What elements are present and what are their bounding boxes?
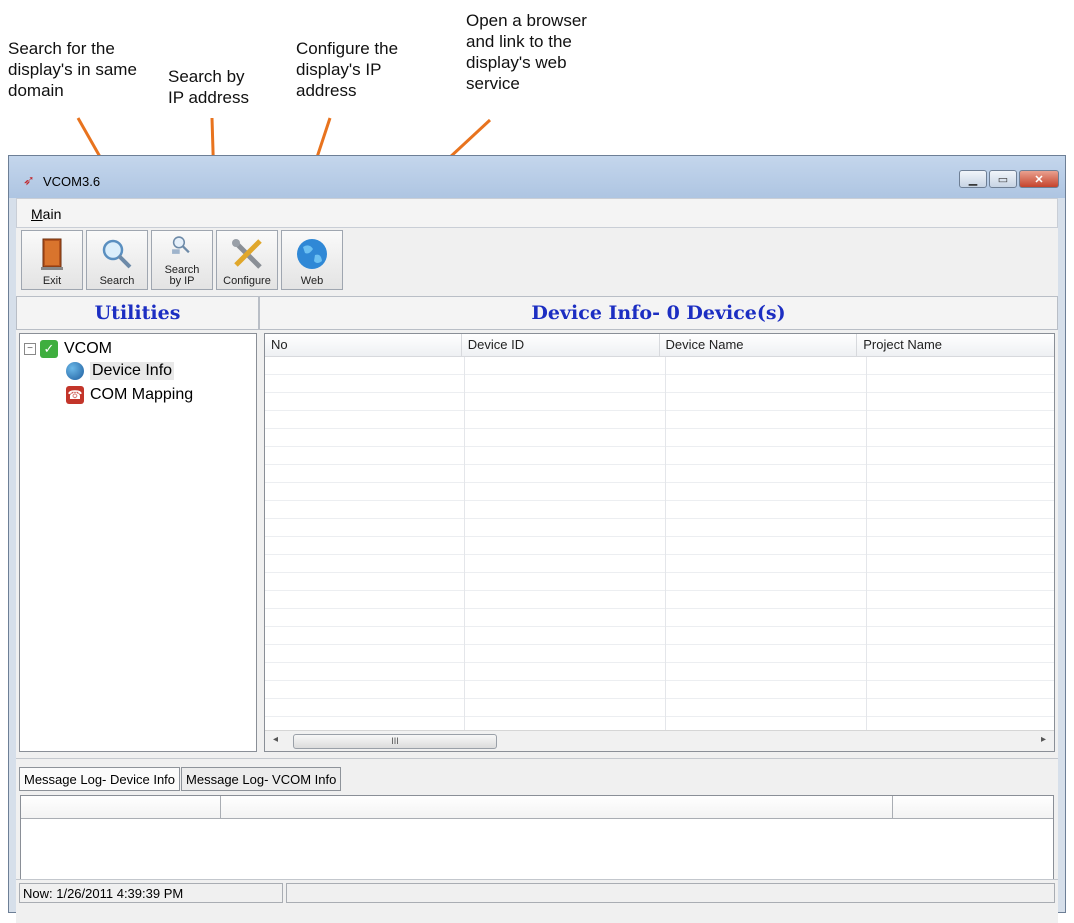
- tree-item-device-info-label: Device Info: [90, 362, 175, 380]
- search-by-ip-button[interactable]: Search by IP: [151, 230, 213, 290]
- web-label: Web: [300, 275, 324, 287]
- window-title: VCOM3.6: [43, 174, 101, 189]
- column-header-device-id[interactable]: Device ID: [462, 334, 660, 356]
- search-button[interactable]: Search: [86, 230, 148, 290]
- scroll-right-icon[interactable]: ▸: [1041, 734, 1046, 745]
- message-log-list[interactable]: [20, 795, 1054, 881]
- web-button[interactable]: Web: [281, 230, 343, 290]
- maximize-button[interactable]: ▭: [989, 170, 1017, 188]
- tab-device-info-log[interactable]: Message Log- Device Info: [19, 767, 181, 791]
- client-area: Main Exit Search Search by IP Configure …: [16, 198, 1058, 923]
- close-icon: ✕: [1034, 173, 1044, 186]
- minimize-icon: ▁: [968, 173, 978, 186]
- close-button[interactable]: ✕: [1019, 170, 1059, 188]
- device-info-header: Device Info- 0 Device(s): [259, 296, 1058, 330]
- globe-icon: [297, 239, 327, 269]
- device-table-header: No Device ID Device Name Project Name: [265, 334, 1054, 357]
- callout-web: Open a browser and link to the display's…: [466, 11, 587, 93]
- horizontal-scrollbar[interactable]: ◂ III ▸: [265, 730, 1054, 751]
- tree-node-vcom[interactable]: − ✓ VCOM: [24, 340, 112, 358]
- scroll-thumb[interactable]: III: [293, 734, 497, 749]
- callout-search-by-ip: Search by IP address: [168, 67, 249, 107]
- telephone-icon: ☎: [66, 386, 84, 404]
- globe-small-icon: [66, 362, 84, 380]
- log-column-1[interactable]: [21, 796, 221, 818]
- vcom-check-icon: ✓: [40, 340, 58, 358]
- status-bar: Now: 1/26/2011 4:39:39 PM: [16, 879, 1058, 906]
- search-label: Search: [99, 275, 135, 287]
- magnifier-icon: [102, 239, 132, 269]
- tree-node-vcom-label: VCOM: [64, 340, 112, 357]
- utilities-tree: − ✓ VCOM Device Info ☎ COM Mapping: [19, 333, 257, 752]
- tree-item-com-mapping-label: COM Mapping: [90, 386, 194, 403]
- configure-button[interactable]: Configure: [216, 230, 278, 290]
- callout-search: Search for the display's in same domain: [8, 39, 137, 100]
- app-window: ➶ VCOM3.6 ▁ ▭ ✕ Main Exit Search Search …: [8, 155, 1066, 923]
- tree-item-device-info[interactable]: Device Info: [66, 362, 175, 380]
- maximize-icon: ▭: [997, 173, 1009, 186]
- search-by-ip-label: Search by IP: [164, 264, 200, 287]
- device-table-body[interactable]: [265, 357, 1054, 731]
- minimize-button[interactable]: ▁: [959, 170, 987, 188]
- scroll-left-icon[interactable]: ◂: [273, 734, 278, 745]
- column-header-device-name[interactable]: Device Name: [660, 334, 858, 356]
- status-panel: [286, 883, 1055, 903]
- device-table: No Device ID Device Name Project Name ◂ …: [264, 333, 1055, 752]
- log-column-3[interactable]: [893, 796, 1053, 818]
- configure-label: Configure: [223, 275, 271, 287]
- tree-item-com-mapping[interactable]: ☎ COM Mapping: [66, 386, 193, 404]
- network-search-icon: [172, 236, 190, 254]
- app-logo-icon: ➶: [23, 172, 35, 188]
- log-tabs: Message Log- Device Info Message Log- VC…: [19, 767, 342, 791]
- status-time: Now: 1/26/2011 4:39:39 PM: [19, 883, 283, 903]
- column-header-project-name[interactable]: Project Name: [857, 334, 1054, 356]
- toolbar: Exit Search Search by IP Configure Web: [21, 230, 346, 292]
- log-column-2[interactable]: [221, 796, 893, 818]
- title-bar[interactable]: ➶ VCOM3.6 ▁ ▭ ✕: [9, 156, 1065, 198]
- menu-main[interactable]: Main: [31, 206, 61, 222]
- callout-configure: Configure the display's IP address: [296, 39, 399, 100]
- exit-label: Exit: [42, 275, 62, 287]
- tab-vcom-info-log[interactable]: Message Log- VCOM Info: [181, 767, 342, 791]
- collapse-icon[interactable]: −: [24, 343, 36, 355]
- exit-button[interactable]: Exit: [21, 230, 83, 290]
- tools-icon: [232, 239, 262, 269]
- message-log-header: [21, 796, 1053, 819]
- utilities-header: Utilities: [16, 296, 259, 330]
- menu-bar: Main: [16, 198, 1058, 228]
- column-header-no[interactable]: No: [265, 334, 462, 356]
- door-icon: [41, 238, 63, 270]
